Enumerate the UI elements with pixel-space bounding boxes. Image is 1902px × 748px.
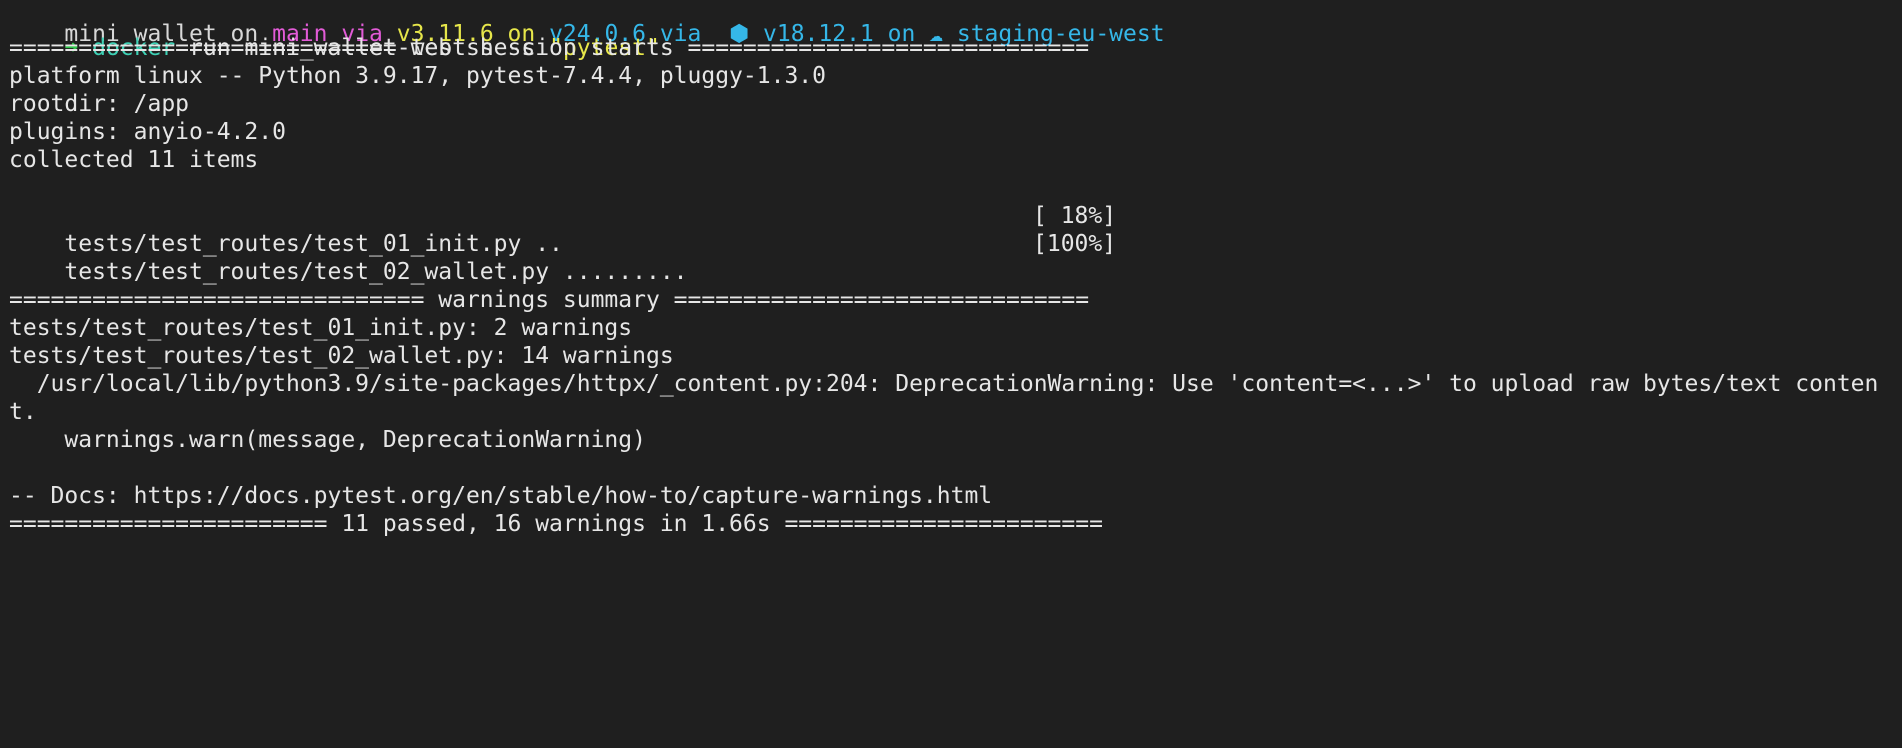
warning-detail-line: /usr/local/lib/python3.9/site-packages/h… [9,371,1879,397]
platform-line: platform linux -- Python 3.9.17, pytest-… [9,63,826,89]
warning-file-line: tests/test_routes/test_01_init.py: 2 war… [9,315,633,341]
warning-file-line: tests/test_routes/test_02_wallet.py: 14 … [9,343,674,369]
warning-detail-wrap: t. [9,399,37,425]
plugins-line: plugins: anyio-4.2.0 [9,119,286,145]
session-header: ============================ test sessio… [9,35,1090,61]
command-line: ➜ docker run mini_wallet-web sh -c "pyte… [9,6,659,61]
summary-line: ======================= 11 passed, 16 wa… [9,511,1103,537]
test-progress: [100%] [1033,231,1117,257]
test-path: tests/test_routes/test_02_wallet.py ....… [64,259,688,285]
collected-line: collected 11 items [9,147,259,173]
test-line: tests/test_routes/test_01_init.py .. [9,202,563,257]
rootdir-line: rootdir: /app [9,91,190,117]
terminal-window[interactable]: mini_wallet on main via v3.11.6 on v24.0… [0,0,1902,544]
warning-call-line: warnings.warn(message, DeprecationWarnin… [9,427,646,453]
test-line: tests/test_routes/test_02_wallet.py ....… [9,230,687,285]
test-progress: [ 18%] [1033,203,1117,229]
warnings-header: ============================== warnings … [9,287,1090,313]
docs-link-line[interactable]: -- Docs: https://docs.pytest.org/en/stab… [9,482,992,510]
